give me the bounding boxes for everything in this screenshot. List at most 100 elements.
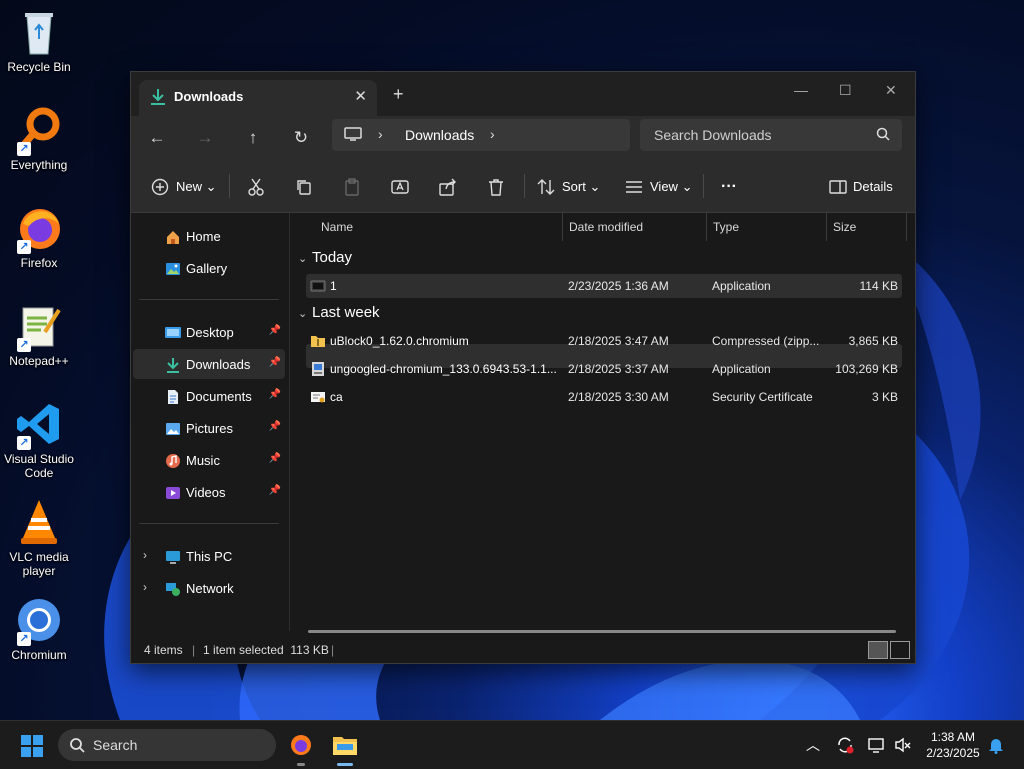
volume-muted-icon[interactable] <box>894 736 912 754</box>
paste-icon[interactable] <box>342 177 362 197</box>
share-icon[interactable] <box>438 177 458 197</box>
table-row[interactable]: 1 2/23/2025 1:36 AM Application 114 KB <box>306 274 902 298</box>
sidebar-item-music[interactable]: Music 📌 <box>133 445 285 475</box>
maximize-button[interactable]: ☐ <box>839 82 852 99</box>
column-divider[interactable] <box>562 213 563 241</box>
sidebar-item-label: Gallery <box>186 261 228 276</box>
rename-icon[interactable] <box>390 177 410 197</box>
sidebar-item-this-pc[interactable]: › This PC <box>133 541 285 571</box>
new-tab-button[interactable]: + <box>393 84 404 105</box>
chevron-up-icon[interactable]: ︿ <box>806 735 820 755</box>
firefox-taskbar-icon[interactable] <box>289 733 313 757</box>
chevron-right-icon[interactable]: › <box>143 580 147 594</box>
column-header-size[interactable]: Size <box>833 213 856 241</box>
file-date: 2/18/2025 3:30 AM <box>568 390 669 404</box>
refresh-button[interactable]: ↻ <box>289 126 313 150</box>
up-button[interactable]: ↑ <box>241 126 265 150</box>
desktop-icon-everything[interactable]: ↗ Everything <box>4 106 74 172</box>
new-button[interactable]: New ⌄ <box>176 177 217 197</box>
more-options-button[interactable]: ··· <box>721 177 737 197</box>
chevron-right-icon[interactable]: › <box>490 126 495 142</box>
file-type: Application <box>712 279 771 293</box>
table-row[interactable]: ca 2/18/2025 3:30 AM Security Certificat… <box>306 385 902 409</box>
sync-icon[interactable] <box>836 736 854 754</box>
table-row[interactable]: ungoogled-chromium_133.0.6943.53-1.1... … <box>306 357 902 381</box>
toolbar-divider <box>229 174 230 198</box>
sidebar-item-label: Documents <box>186 389 252 404</box>
column-header-date[interactable]: Date modified <box>569 213 643 241</box>
file-explorer-taskbar-icon[interactable] <box>332 733 358 757</box>
file-size: 103,269 KB <box>835 362 898 376</box>
sort-button[interactable]: Sort ⌄ <box>562 177 600 197</box>
sidebar-item-label: Network <box>186 581 234 596</box>
details-view-button[interactable] <box>868 641 888 659</box>
back-button[interactable]: ← <box>145 126 169 150</box>
new-plus-icon[interactable] <box>150 177 170 197</box>
desktop-icon-chromium[interactable]: ↗ Chromium <box>4 596 74 662</box>
breadcrumb-downloads[interactable]: Downloads <box>405 127 474 143</box>
close-tab-icon[interactable]: ✕ <box>354 87 367 105</box>
desktop-icon-notepadpp[interactable]: ↗ Notepad++ <box>4 302 74 368</box>
notification-bell-icon[interactable] <box>988 736 1004 754</box>
sort-icon[interactable] <box>536 177 556 197</box>
toolbar-divider <box>703 174 704 198</box>
sidebar-item-videos[interactable]: Videos 📌 <box>133 477 285 507</box>
zip-folder-icon <box>311 336 325 347</box>
sidebar-item-home[interactable]: Home <box>133 221 285 251</box>
column-divider[interactable] <box>826 213 827 241</box>
copy-icon[interactable] <box>294 177 314 197</box>
download-icon <box>151 89 165 105</box>
sidebar-item-gallery[interactable]: Gallery <box>133 253 285 283</box>
column-header-type[interactable]: Type <box>713 213 739 241</box>
details-button[interactable]: Details <box>853 177 893 197</box>
close-window-button[interactable]: ✕ <box>885 82 897 99</box>
search-box[interactable]: Search Downloads <box>640 119 902 151</box>
group-header-last-week[interactable]: ⌄ Last week <box>298 304 380 321</box>
desktop-icon-recycle-bin[interactable]: Recycle Bin <box>4 8 74 74</box>
sidebar-item-desktop[interactable]: Desktop 📌 <box>133 317 285 347</box>
desktop-icon-vscode[interactable]: ↗ Visual Studio Code <box>4 400 74 480</box>
delete-icon[interactable] <box>486 177 506 197</box>
group-header-today[interactable]: ⌄ Today <box>298 249 352 266</box>
status-divider: | <box>331 643 335 657</box>
tiles-view-button[interactable] <box>890 641 910 659</box>
desktop-icon-vlc[interactable]: VLC media player <box>4 498 74 578</box>
forward-button[interactable]: → <box>193 126 217 150</box>
pin-icon[interactable]: 📌 <box>269 357 281 368</box>
column-divider[interactable] <box>906 213 907 241</box>
details-pane-icon[interactable] <box>828 177 848 197</box>
view-icon[interactable] <box>624 177 644 197</box>
table-row[interactable]: uBlock0_1.62.0.chromium 2/18/2025 3:47 A… <box>306 329 902 353</box>
tab-downloads[interactable]: Downloads ✕ <box>139 80 377 116</box>
column-divider[interactable] <box>706 213 707 241</box>
system-clock[interactable]: 1:38 AM 2/23/2025 <box>918 729 988 761</box>
desktop-icon-firefox[interactable]: ↗ Firefox <box>4 204 74 270</box>
chromium-icon: ↗ <box>15 596 63 646</box>
group-label: Last week <box>312 304 380 321</box>
windows-start-icon[interactable] <box>20 734 44 758</box>
view-button[interactable]: View ⌄ <box>650 177 692 197</box>
sidebar-item-documents[interactable]: Documents 📌 <box>133 381 285 411</box>
pin-icon[interactable]: 📌 <box>269 485 281 496</box>
sidebar-item-label: Downloads <box>186 357 251 372</box>
chevron-down-icon[interactable]: ⌄ <box>298 252 312 265</box>
column-header-name[interactable]: Name <box>321 213 353 241</box>
chevron-right-icon[interactable]: › <box>143 548 147 562</box>
desktop-icon-label: Chromium <box>11 648 67 662</box>
sidebar-item-network[interactable]: › Network <box>133 573 285 603</box>
taskbar-search-box[interactable]: Search <box>58 729 276 761</box>
pin-icon[interactable]: 📌 <box>269 453 281 464</box>
pin-icon[interactable]: 📌 <box>269 389 281 400</box>
pin-icon[interactable]: 📌 <box>269 421 281 432</box>
address-bar[interactable]: › Downloads › <box>332 119 630 151</box>
running-indicator <box>297 763 305 766</box>
sidebar-item-pictures[interactable]: Pictures 📌 <box>133 413 285 443</box>
network-status-icon[interactable] <box>868 736 886 754</box>
search-icon <box>70 738 85 753</box>
cut-icon[interactable] <box>246 177 266 197</box>
chevron-down-icon[interactable]: ⌄ <box>298 307 312 320</box>
minimize-button[interactable]: — <box>794 82 808 98</box>
sidebar-item-downloads[interactable]: Downloads 📌 <box>133 349 285 379</box>
pin-icon[interactable]: 📌 <box>269 325 281 336</box>
chevron-right-icon[interactable]: › <box>378 126 383 142</box>
